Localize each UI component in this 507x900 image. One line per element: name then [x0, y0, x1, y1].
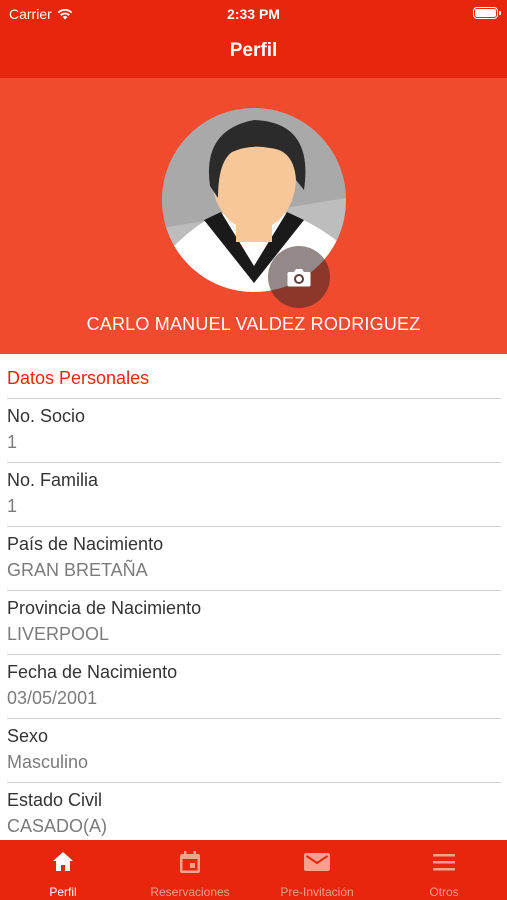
profile-full-name: CARLO MANUEL VALDEZ RODRIGUEZ — [86, 314, 421, 334]
tab-pre-invitacion[interactable]: Pre-Invitación — [254, 840, 380, 900]
envelope-icon — [304, 853, 330, 871]
battery-icon — [473, 7, 501, 19]
field-value-family-number: 1 — [7, 496, 18, 516]
field-value-birth-date: 03/05/2001 — [7, 688, 98, 708]
tab-pre-invitacion-label: Pre-Invitación — [280, 885, 354, 899]
profile-header: CARLO MANUEL VALDEZ RODRIGUEZ — [0, 78, 507, 354]
tab-bar: Perfil Reservaciones Pre-Invitación Otro… — [0, 840, 507, 900]
divider — [7, 654, 501, 655]
divider — [7, 590, 501, 591]
clock: 2:33 PM — [227, 6, 280, 22]
tab-reservaciones-label: Reservaciones — [150, 885, 230, 899]
divider — [7, 718, 501, 719]
field-label-birth-date: Fecha de Nacimiento — [7, 662, 178, 682]
change-photo-button[interactable] — [268, 246, 330, 308]
divider — [7, 398, 501, 399]
divider — [7, 462, 501, 463]
divider — [7, 526, 501, 527]
home-icon — [53, 852, 73, 871]
field-label-sex: Sexo — [7, 726, 49, 746]
tab-otros-label: Otros — [429, 885, 459, 899]
field-label-birth-country: País de Nacimiento — [7, 534, 164, 554]
tab-perfil[interactable]: Perfil — [0, 840, 126, 900]
camera-icon — [287, 269, 311, 287]
field-label-family-number: No. Familia — [7, 470, 99, 490]
menu-icon — [433, 854, 455, 871]
calendar-icon — [180, 851, 200, 873]
section-title-personal-data: Datos Personales — [7, 368, 150, 388]
field-value-birth-province: LIVERPOOL — [7, 624, 110, 644]
top-bar: Carrier 2:33 PM Perfil — [0, 0, 507, 78]
field-value-member-number: 1 — [7, 432, 18, 452]
field-label-marital-status: Estado Civil — [7, 790, 103, 810]
field-value-marital-status: CASADO(A) — [7, 816, 108, 836]
field-value-birth-country: GRAN BRETAÑA — [7, 560, 148, 580]
status-bar: Carrier 2:33 PM — [0, 0, 507, 28]
field-label-member-number: No. Socio — [7, 406, 86, 426]
page-title: Perfil — [229, 40, 278, 61]
tab-reservaciones[interactable]: Reservaciones — [127, 840, 253, 900]
field-label-birth-province: Provincia de Nacimiento — [7, 598, 202, 618]
divider — [7, 782, 501, 783]
field-value-sex: Masculino — [7, 752, 89, 772]
tab-perfil-label: Perfil — [49, 885, 77, 899]
tab-otros[interactable]: Otros — [381, 840, 507, 900]
